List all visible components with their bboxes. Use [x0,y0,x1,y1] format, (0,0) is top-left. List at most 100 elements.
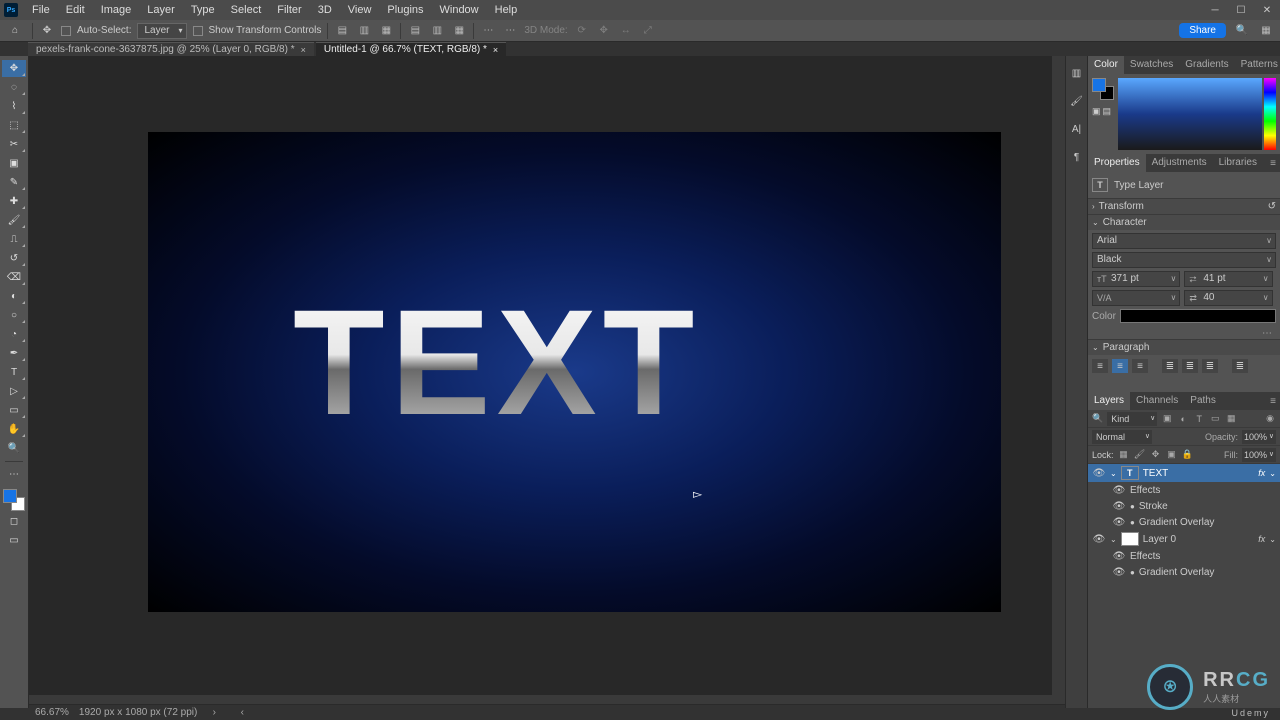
fx-badge[interactable]: fx [1258,534,1265,544]
edit-toolbar[interactable]: ⋯ [2,466,26,483]
zoom-readout[interactable]: 66.67% [35,707,69,718]
tab-swatches[interactable]: Swatches [1124,56,1179,74]
lasso-tool[interactable]: ⌇ [2,98,26,115]
visibility-toggle[interactable]: 👁 [1112,517,1126,528]
fx-caret[interactable]: ⌄ [1269,535,1276,544]
font-style-dropdown[interactable]: Black [1092,252,1276,268]
gradient-tool[interactable]: ◐ [2,288,26,305]
align-left-icon[interactable]: ▤ [334,23,350,39]
filter-smart-icon[interactable]: ▦ [1225,413,1237,425]
quick-mask-toggle[interactable]: ◻ [2,513,26,530]
menu-window[interactable]: Window [432,0,487,20]
workspace-icon[interactable]: ▦ [1258,23,1274,39]
align-top-icon[interactable]: ▤ [407,23,423,39]
menu-layer[interactable]: Layer [139,0,183,20]
brush-tool[interactable]: 🖌 [2,212,26,229]
document-tab[interactable]: pexels-frank-cone-3637875.jpg @ 25% (Lay… [28,42,314,56]
lock-all-icon[interactable]: 🔒 [1182,449,1194,461]
effects-header[interactable]: 👁 Effects [1088,482,1280,498]
menu-view[interactable]: View [340,0,380,20]
layer-thumb-type[interactable]: T [1121,466,1139,480]
screen-mode-toggle[interactable]: ▭ [2,532,26,549]
panel-menu-icon[interactable]: ≡ [1266,396,1280,407]
move-tool[interactable]: ✥ [2,60,26,77]
layer-name[interactable]: TEXT [1143,468,1169,479]
menu-edit[interactable]: Edit [58,0,93,20]
align-left-button[interactable]: ≡ [1092,359,1108,373]
fg-color-chip[interactable] [1092,78,1106,92]
close-tab-icon[interactable]: × [493,45,498,55]
window-minimize[interactable]: ─ [1202,0,1228,20]
dock-histogram-icon[interactable]: ▥ [1070,66,1084,80]
effect-row[interactable]: 👁 ● Stroke [1088,498,1280,514]
visibility-toggle[interactable]: 👁 [1112,501,1126,512]
section-paragraph[interactable]: ⌄Paragraph [1088,339,1280,355]
timeline-arrow-icon[interactable]: ‹ [235,707,249,718]
doc-info-readout[interactable]: 1920 px x 1080 px (72 ppi) [79,707,197,718]
effect-row[interactable]: 👁 ● Gradient Overlay [1088,514,1280,530]
dock-paragraph-icon[interactable]: ¶ [1070,150,1084,164]
menu-3d[interactable]: 3D [310,0,340,20]
filter-kind-dropdown[interactable]: Kind [1107,412,1157,426]
align-right-button[interactable]: ≡ [1132,359,1148,373]
layer-row[interactable]: 👁 ⌄ Layer 0 fx ⌄ [1088,530,1280,548]
kerning-field[interactable]: V/A [1092,290,1180,306]
auto-select-target-dropdown[interactable]: Layer [137,23,186,39]
reset-icon[interactable]: ↺ [1268,201,1276,212]
filter-toggle[interactable]: ◉ [1264,413,1276,425]
align-center-h-icon[interactable]: ▥ [356,23,372,39]
shape-tool[interactable]: ▭ [2,402,26,419]
color-swatches[interactable] [3,489,25,511]
blend-mode-dropdown[interactable]: Normal [1092,430,1152,444]
crop-tool[interactable]: ✂ [2,136,26,153]
tab-layers[interactable]: Layers [1088,392,1130,410]
filter-image-icon[interactable]: ▣ [1161,413,1173,425]
search-icon[interactable]: 🔍 [1234,23,1250,39]
history-brush-tool[interactable]: ↺ [2,250,26,267]
cube-icon[interactable]: ▤ [1103,106,1112,117]
zoom-tool[interactable]: 🔍 [2,440,26,457]
filter-adjust-icon[interactable]: ◐ [1177,413,1189,425]
menu-help[interactable]: Help [487,0,526,20]
justify-center-button[interactable]: ≣ [1182,359,1198,373]
path-select-tool[interactable]: ▷ [2,383,26,400]
menu-image[interactable]: Image [93,0,140,20]
type-tool[interactable]: T [2,364,26,381]
panel-menu-icon[interactable]: ≡ [1266,158,1280,169]
auto-select-checkbox[interactable] [61,26,71,36]
visibility-toggle[interactable]: 👁 [1112,567,1126,578]
align-center-v-icon[interactable]: ▥ [429,23,445,39]
expand-caret[interactable]: ⌄ [1110,469,1117,478]
canvas-text-layer[interactable]: TEXT TEXT [293,287,700,437]
menu-plugins[interactable]: Plugins [379,0,431,20]
window-close[interactable]: ✕ [1254,0,1280,20]
filter-type-icon[interactable]: T [1193,413,1205,425]
distribute-icon[interactable]: ⋯ [480,23,496,39]
tab-adjustments[interactable]: Adjustments [1146,154,1213,172]
visibility-toggle[interactable]: 👁 [1092,468,1106,479]
close-tab-icon[interactable]: × [301,45,306,55]
window-maximize[interactable]: ☐ [1228,0,1254,20]
align-bottom-icon[interactable]: ▦ [451,23,467,39]
blur-tool[interactable]: ○ [2,307,26,324]
effects-header[interactable]: 👁 Effects [1088,548,1280,564]
align-right-icon[interactable]: ▦ [378,23,394,39]
heal-tool[interactable]: ✚ [2,193,26,210]
document-canvas[interactable]: TEXT TEXT ▻ [148,132,1001,612]
lock-transparent-icon[interactable]: ▦ [1118,449,1130,461]
align-center-button[interactable]: ≡ [1112,359,1128,373]
frame-tool[interactable]: ▣ [2,155,26,172]
font-size-field[interactable]: тТ371 pt [1092,271,1180,287]
justify-all-button[interactable]: ≣ [1232,359,1248,373]
tab-patterns[interactable]: Patterns [1235,56,1280,74]
color-picker-field[interactable] [1118,78,1262,150]
pen-tool[interactable]: ✒ [2,345,26,362]
more-options-icon[interactable]: ⋯ [1092,326,1276,339]
layer-row[interactable]: 👁 ⌄ T TEXT fx ⌄ [1088,464,1280,482]
stamp-tool[interactable]: ⎍ [2,231,26,248]
justify-left-button[interactable]: ≣ [1162,359,1178,373]
home-icon[interactable]: ⌂ [4,22,26,40]
visibility-toggle[interactable]: 👁 [1092,534,1106,545]
scrollbar-vertical[interactable] [1052,56,1065,708]
visibility-toggle[interactable]: 👁 [1112,485,1126,496]
